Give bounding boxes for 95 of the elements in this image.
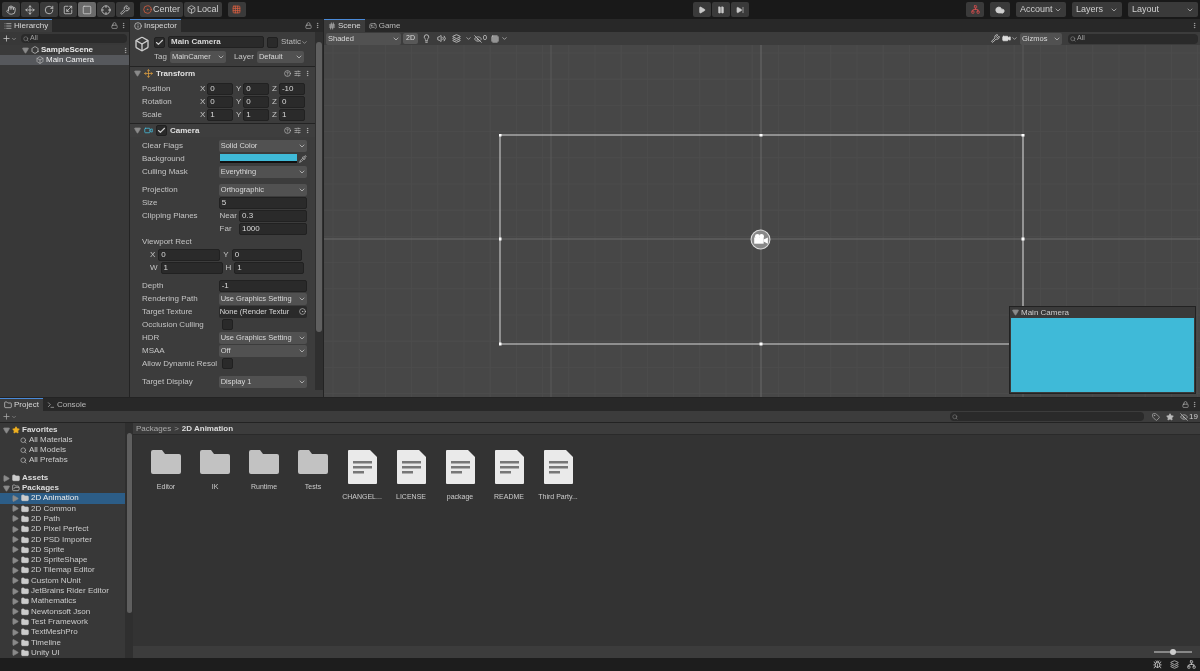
tree-folder-row[interactable]: JetBrains Rider Editor [0,585,125,597]
label: Y [223,248,229,261]
label: Occlusion Culling [142,318,205,331]
label: X [200,95,206,108]
input-field[interactable]: 1 [243,108,269,121]
label: MSAA [142,344,166,357]
label: Viewport Rect [142,235,192,248]
label: Z [272,108,277,121]
favorite-item[interactable]: All Prefabs [0,455,125,465]
label: Target Texture [142,305,194,318]
input-field[interactable]: 5 [218,196,307,209]
tree-folder-row[interactable]: Test Framework [0,616,125,628]
favorite-item[interactable]: All Materials [0,435,125,445]
tree-folder-row[interactable]: 2D Tilemap Editor [0,565,125,576]
root-folder-row[interactable]: Packages [0,483,125,494]
label: Z [272,82,277,95]
tree-folder-row[interactable]: 2D PSD Importer [0,534,125,545]
pivot-button[interactable]: Center [140,2,183,17]
component-title: Transform [156,67,197,80]
input-field[interactable]: 0 [243,82,269,95]
hidden-packages-button[interactable]: 19 [1180,410,1198,423]
label: Clear Flags [142,139,184,152]
preview-title: Main Camera [1021,306,1069,319]
label: X [200,82,206,95]
favorite-item[interactable]: All Models [0,445,125,455]
input-field[interactable]: 0 [243,95,269,108]
label: Background [142,152,186,165]
label: Size [142,196,159,209]
input-field[interactable]: 0 [207,95,233,108]
input-field[interactable]: 0 [158,248,221,261]
input-field[interactable]: -10 [278,82,305,95]
label: W [150,261,158,274]
label: Rotation [142,95,173,108]
static-dropdown[interactable]: Static [281,36,308,48]
pivot-button[interactable]: Local [184,2,222,17]
panel-tab[interactable]: Scene [324,19,365,32]
label: Y [236,95,242,108]
breadcrumb-item[interactable]: Packages [136,422,172,435]
root-folder-row[interactable]: Assets [0,473,125,484]
input-field[interactable]: 1000 [238,222,307,235]
label: Position [142,82,172,95]
input-field[interactable]: 0 [278,95,305,108]
input-field[interactable]: 0 [207,82,233,95]
input-field[interactable]: 1 [160,261,223,274]
input-field[interactable]: 0.3 [238,209,307,222]
input-field[interactable]: 1 [234,261,305,274]
input-field[interactable]: 1 [278,108,305,121]
input-field[interactable]: 1 [207,108,233,121]
label: H [225,261,232,274]
breadcrumb-separator: > [174,422,179,435]
tree-folder-row[interactable]: 2D Sprite [0,544,125,556]
label: Depth [142,279,165,292]
panel-tab[interactable]: Inspector [130,19,181,32]
tree-folder-row[interactable]: 2D SpriteShape [0,555,125,566]
tree-folder-row[interactable]: 2D Pixel Perfect [0,524,125,535]
label: Rendering Path [142,292,199,305]
label: Y [236,108,242,121]
hierarchy-item[interactable]: Main Camera [0,55,129,65]
tree-folder-row[interactable]: 2D Path [0,513,125,525]
menu-dropdown[interactable]: Layers [1072,2,1122,17]
label: Projection [142,183,179,196]
label: Far [219,222,233,235]
panel-tab[interactable]: Project [0,398,43,411]
component-header[interactable]: Transform [130,66,315,80]
label: Allow Dynamic Resol [142,357,219,370]
label: Scale [142,108,163,121]
menu-dropdown[interactable]: Layout [1128,2,1198,17]
menu-dropdown[interactable]: Account [1016,2,1066,17]
label: Target Display [142,375,194,388]
tree-folder-row[interactable]: Custom NUnit [0,575,125,586]
tree-folder-row[interactable]: TextMeshPro [0,627,125,638]
label: Culling Mask [142,165,189,178]
component-header[interactable]: Camera [130,123,315,137]
label: Tag [154,51,167,63]
label: Layer [233,51,254,63]
breadcrumb-item[interactable]: 2D Animation [181,422,234,435]
label: X [150,248,156,261]
tree-item[interactable]: Favorites [22,424,58,436]
tree-folder-row[interactable]: 2D Common [0,503,125,514]
tree-folder-row[interactable]: Unity UI [0,647,125,658]
label: HDR [142,331,161,344]
label: X [200,108,206,121]
component-title: Camera [170,124,201,137]
tree-folder-row[interactable]: 2D Animation [0,493,125,504]
label: Y [236,82,242,95]
input-field[interactable]: 0 [231,248,302,261]
panel-tab[interactable]: Hierarchy [0,19,53,32]
label: Z [272,95,277,108]
label: Clipping Planes [142,209,198,222]
input-field[interactable]: Main Camera [168,36,264,48]
input-field[interactable]: -1 [218,279,307,292]
tree-folder-row[interactable]: Mathematics [0,596,125,607]
tree-folder-row[interactable]: Newtonsoft Json [0,606,125,617]
label: Near [219,209,238,222]
tree-folder-row[interactable]: Timeline [0,637,125,648]
